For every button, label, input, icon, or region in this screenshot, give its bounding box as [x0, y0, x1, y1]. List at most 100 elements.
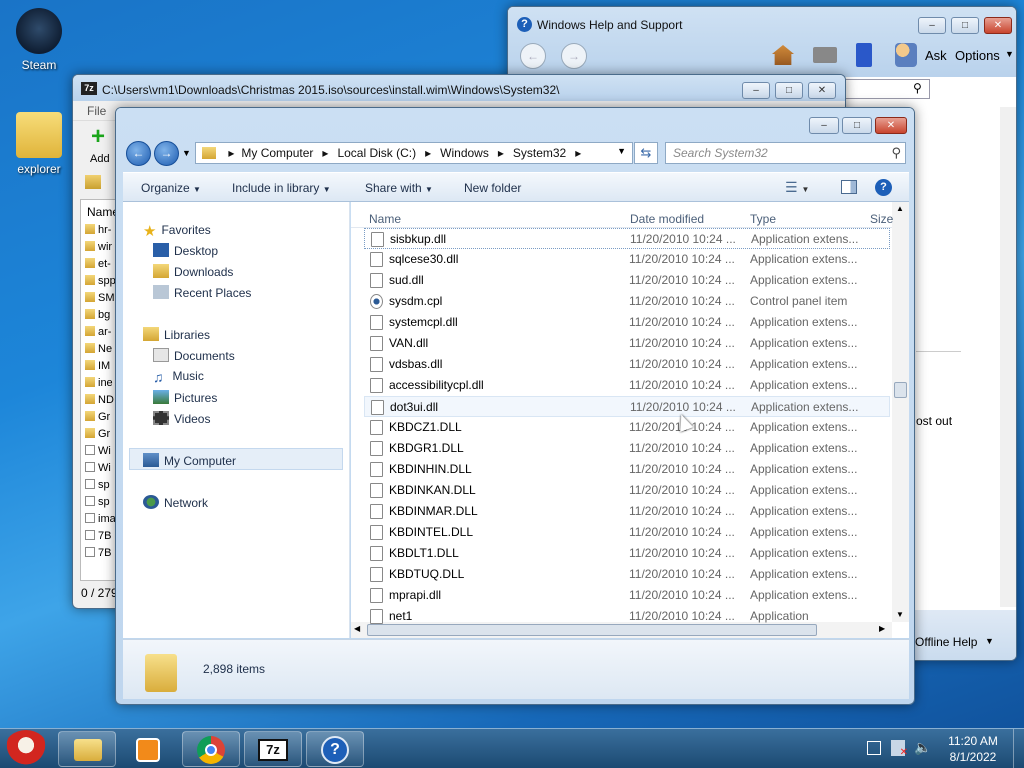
nav-videos[interactable]: Videos — [153, 411, 210, 426]
add-icon[interactable]: + — [91, 125, 105, 149]
file-row[interactable]: systemcpl.dll 11/20/2010 10:24 ... Applica… — [364, 312, 890, 333]
minimize-button[interactable]: – — [809, 117, 839, 134]
column-header-date[interactable]: Date modified — [630, 212, 704, 226]
breadcrumb-separator[interactable]: ▸ — [221, 143, 241, 163]
list-item[interactable]: SM — [85, 292, 115, 304]
list-item[interactable]: Gr — [85, 428, 110, 440]
breadcrumb-my-computer[interactable]: My Computer — [241, 143, 320, 163]
list-item[interactable]: Wi — [85, 462, 111, 474]
list-item[interactable]: sp — [85, 496, 110, 508]
nav-recent-places[interactable]: Recent Places — [153, 285, 251, 300]
column-header-name[interactable]: Name — [87, 205, 117, 219]
show-desktop-button[interactable] — [1013, 729, 1024, 768]
desktop-icon-steam[interactable]: Steam — [4, 8, 74, 72]
address-bar[interactable]: ▸ My Computer ▸ Local Disk (C:) ▸ Windows ▸ Sys… — [195, 142, 633, 164]
search-icon[interactable]: ⚲ — [891, 145, 901, 161]
file-row[interactable]: accessibilitycpl.dll 11/20/2010 10:24 ...… — [364, 375, 890, 396]
view-options-icon[interactable]: ☰ ▼ — [785, 179, 809, 196]
list-item[interactable]: ar- — [85, 326, 111, 338]
nav-music[interactable]: ♫ Music — [153, 369, 204, 385]
ask-button[interactable]: Ask — [925, 48, 947, 63]
minimize-button[interactable]: – — [918, 17, 946, 34]
file-row[interactable]: KBDLT1.DLL 11/20/2010 10:24 ... Applicatio… — [364, 543, 890, 564]
close-button[interactable]: ✕ — [875, 117, 907, 134]
list-item[interactable]: spp — [85, 275, 116, 287]
nav-my-computer[interactable]: My Computer — [143, 453, 236, 468]
list-item[interactable]: sp — [85, 479, 110, 491]
address-dropdown-icon[interactable]: ▼ — [617, 146, 626, 156]
forward-button[interactable]: → — [154, 141, 179, 166]
clock-time[interactable]: 11:20 AM — [941, 734, 1005, 748]
list-item[interactable]: bg — [85, 309, 110, 321]
scroll-left-arrow[interactable]: ◀ — [354, 624, 360, 633]
scroll-up-arrow[interactable]: ▲ — [896, 204, 904, 213]
close-button[interactable]: ✕ — [984, 17, 1012, 34]
file-row[interactable]: vdsbas.dll 11/20/2010 10:24 ... Applicatio… — [364, 354, 890, 375]
help-scrollbar[interactable] — [1000, 107, 1016, 607]
back-button[interactable]: ← — [520, 43, 546, 69]
file-row[interactable]: KBDGR1.DLL 11/20/2010 10:24 ... Applicatio… — [364, 438, 890, 459]
taskbar-explorer[interactable] — [58, 731, 116, 767]
back-button[interactable]: ← — [126, 141, 151, 166]
print-icon[interactable] — [813, 47, 837, 63]
menu-file[interactable]: File — [87, 104, 106, 118]
forward-button[interactable]: → — [561, 43, 587, 69]
file-row[interactable]: KBDINHIN.DLL 11/20/2010 10:24 ... Applicat… — [364, 459, 890, 480]
maximize-button[interactable]: □ — [951, 17, 979, 34]
taskbar-chrome[interactable] — [182, 731, 240, 767]
breadcrumb-separator[interactable]: ▸ — [573, 143, 583, 163]
new-folder-button[interactable]: New folder — [464, 181, 521, 195]
breadcrumb-windows[interactable]: Windows — [433, 143, 496, 163]
file-row[interactable]: net1 11/20/2010 10:24 ... Application — [364, 606, 890, 627]
file-row[interactable]: dot3ui.dll 11/20/2010 10:24 ... Applicatio… — [364, 396, 890, 417]
nav-network[interactable]: Network — [143, 495, 208, 510]
list-item[interactable]: ND — [85, 394, 114, 406]
breadcrumb-system32[interactable]: System32 — [506, 143, 573, 163]
taskbar-media-player[interactable] — [120, 731, 178, 767]
minimize-button[interactable]: – — [742, 82, 770, 99]
network-status-icon[interactable]: ✕ — [891, 740, 908, 758]
file-row[interactable]: sqlcese30.dll 11/20/2010 10:24 ... Applica… — [364, 249, 890, 270]
nav-desktop[interactable]: Desktop — [153, 243, 218, 258]
clock-date[interactable]: 8/1/2022 — [941, 750, 1005, 764]
close-button[interactable]: ✕ — [808, 82, 836, 99]
refresh-button[interactable]: ⇆ — [634, 142, 658, 164]
file-row[interactable]: VAN.dll 11/20/2010 10:24 ... Application e… — [364, 333, 890, 354]
breadcrumb-separator[interactable]: ▸ — [423, 143, 433, 163]
start-button[interactable] — [4, 730, 48, 768]
nav-documents[interactable]: Documents — [153, 348, 235, 363]
file-row[interactable]: KBDCZ1.DLL 11/20/2010 10:24 ... Applicatio… — [364, 417, 890, 438]
file-row[interactable]: sud.dll 11/20/2010 10:24 ... Application e… — [364, 270, 890, 291]
taskbar-7zip[interactable]: 7z — [244, 731, 302, 767]
list-item[interactable]: wir — [85, 241, 112, 253]
file-row[interactable]: sysdm.cpl 11/20/2010 10:24 ... Control pan… — [364, 291, 890, 312]
offline-help-button[interactable]: Offline Help — [915, 635, 977, 649]
maximize-button[interactable]: □ — [775, 82, 803, 99]
list-item[interactable]: ine — [85, 377, 113, 389]
nav-favorites[interactable]: ★ Favorites — [143, 222, 211, 240]
action-center-icon[interactable] — [867, 741, 881, 755]
include-in-library-button[interactable]: Include in library ▼ — [232, 181, 331, 195]
file-row[interactable]: KBDINMAR.DLL 11/20/2010 10:24 ... Applicat… — [364, 501, 890, 522]
taskbar-help[interactable]: ? — [306, 731, 364, 767]
nav-libraries[interactable]: Libraries — [143, 327, 210, 342]
search-input[interactable]: Search System32 — [673, 146, 768, 160]
browse-help-icon[interactable] — [856, 43, 872, 67]
breadcrumb-local-disk[interactable]: Local Disk (C:) — [330, 143, 423, 163]
maximize-button[interactable]: □ — [842, 117, 872, 134]
recent-pages-dropdown[interactable]: ▼ — [182, 148, 191, 158]
volume-icon[interactable]: 🔈 — [914, 739, 931, 756]
list-item[interactable]: 7B — [85, 547, 111, 559]
search-icon[interactable]: ⚲ — [913, 81, 922, 95]
list-item[interactable]: ima — [85, 513, 116, 525]
list-item[interactable]: Wi — [85, 445, 111, 457]
list-item[interactable]: Ne — [85, 343, 112, 355]
list-item[interactable]: hr- — [85, 224, 111, 236]
list-item[interactable]: Gr — [85, 411, 110, 423]
preview-pane-icon[interactable] — [841, 180, 857, 194]
options-button[interactable]: Options — [955, 48, 1000, 63]
desktop-icon-explorer[interactable]: explorer — [4, 112, 74, 176]
list-item[interactable]: et- — [85, 258, 111, 270]
column-header-type[interactable]: Type — [750, 212, 776, 226]
up-folder-icon[interactable] — [85, 175, 101, 189]
